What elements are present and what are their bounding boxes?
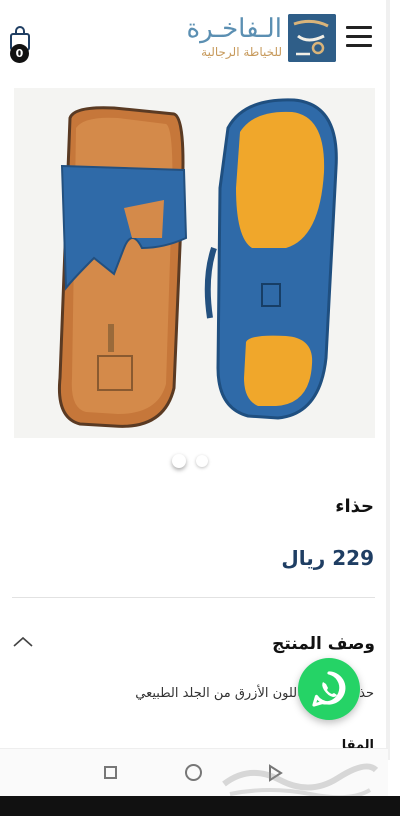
bottom-bar	[0, 796, 400, 816]
product-title: حذاء	[335, 496, 374, 517]
brand-logo[interactable]: الـفاخـرة للخياطة الرجالية	[160, 14, 336, 66]
logo-text: الـفاخـرة للخياطة الرجالية	[160, 14, 283, 60]
whatsapp-icon	[312, 671, 346, 707]
divider	[12, 597, 375, 598]
carousel-dot[interactable]	[196, 455, 208, 467]
logo-mark	[288, 14, 336, 62]
hamburger-menu-icon[interactable]	[346, 26, 372, 48]
product-price: 229 ريال	[281, 546, 374, 570]
watermark-logo	[220, 754, 380, 800]
product-image[interactable]	[14, 88, 375, 438]
cart-count-badge: 0	[10, 44, 29, 63]
scrollbar[interactable]	[386, 0, 390, 760]
logo-main-text: الـفاخـرة	[186, 14, 282, 44]
description-accordion-header[interactable]: وصف المنتج	[12, 626, 375, 662]
square-icon[interactable]	[104, 766, 117, 779]
logo-sub-text: للخياطة الرجالية	[201, 45, 282, 59]
sandal-sole-view	[204, 98, 338, 420]
image-carousel-dots	[170, 451, 220, 469]
chevron-up-icon[interactable]	[12, 634, 34, 650]
description-heading: وصف المنتج	[272, 634, 375, 654]
sandal-top-view	[57, 106, 188, 428]
whatsapp-button[interactable]	[298, 658, 360, 720]
cart-button[interactable]: 0	[8, 26, 32, 63]
circle-icon[interactable]	[185, 764, 202, 781]
app-header: 0 الـفاخـرة للخياطة الرجالية	[0, 0, 400, 86]
carousel-dot-active[interactable]	[172, 454, 186, 468]
